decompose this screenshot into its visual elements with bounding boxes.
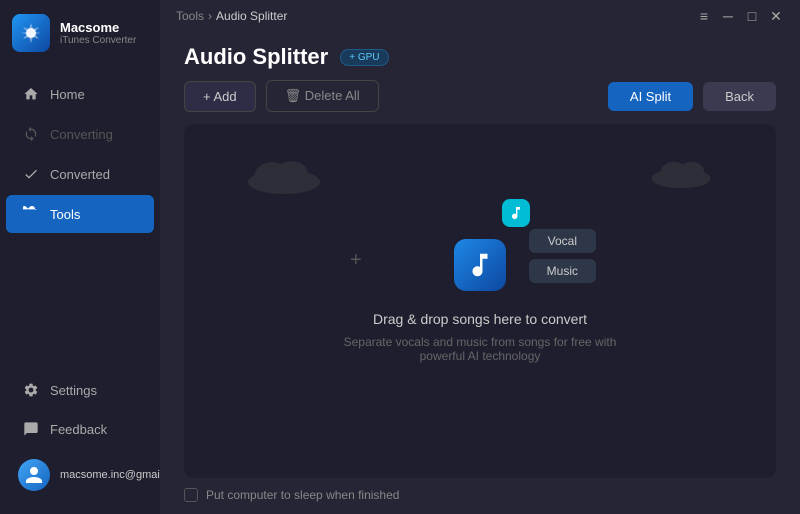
vocal-label: Vocal bbox=[529, 229, 596, 253]
app-name-group: Macsome iTunes Converter bbox=[60, 20, 136, 46]
drop-zone-title: Drag & drop songs here to convert bbox=[373, 311, 587, 327]
footer: Put computer to sleep when finished bbox=[160, 478, 800, 514]
cloud-left-decoration bbox=[244, 154, 324, 194]
titlebar: Tools › Audio Splitter ≡ ─ □ ✕ bbox=[160, 0, 800, 32]
close-button[interactable]: ✕ bbox=[768, 8, 784, 24]
back-button[interactable]: Back bbox=[703, 82, 776, 111]
main-content: Tools › Audio Splitter ≡ ─ □ ✕ Audio Spl… bbox=[160, 0, 800, 514]
music-note-icon bbox=[502, 199, 530, 227]
drop-zone[interactable]: + Vocal Music Drag & drop songs here to … bbox=[184, 124, 776, 478]
drop-zone-inner: + Vocal Music Drag & drop songs here to … bbox=[320, 239, 640, 363]
ai-split-button[interactable]: AI Split bbox=[608, 82, 693, 111]
audio-app-icon bbox=[454, 239, 506, 291]
sidebar-navigation: Home Converting Converted bbox=[0, 66, 160, 362]
toolbar: + Add 🗑 Delete All AI Split Back bbox=[160, 80, 800, 124]
sidebar-item-home[interactable]: Home bbox=[6, 75, 154, 113]
tools-icon bbox=[22, 205, 40, 223]
menu-button[interactable]: ≡ bbox=[696, 8, 712, 24]
sidebar-item-feedback-label: Feedback bbox=[50, 422, 107, 437]
converting-icon bbox=[22, 125, 40, 143]
converted-icon bbox=[22, 165, 40, 183]
sidebar-item-feedback[interactable]: Feedback bbox=[6, 410, 154, 448]
add-button[interactable]: + Add bbox=[184, 81, 256, 112]
back-label: Back bbox=[725, 89, 754, 104]
window-controls: ≡ ─ □ ✕ bbox=[696, 8, 784, 24]
minimize-button[interactable]: ─ bbox=[720, 8, 736, 24]
delete-all-button-label: 🗑 Delete All bbox=[285, 88, 360, 104]
breadcrumb-current: Audio Splitter bbox=[216, 9, 287, 23]
music-label: Music bbox=[529, 259, 596, 283]
user-account-item[interactable]: macsome.inc@gmail.com bbox=[6, 449, 154, 501]
sleep-checkbox-container[interactable]: Put computer to sleep when finished bbox=[184, 488, 399, 502]
sleep-checkbox[interactable] bbox=[184, 488, 198, 502]
sidebar-item-converting[interactable]: Converting bbox=[6, 115, 154, 153]
breadcrumb-separator: › bbox=[208, 9, 212, 23]
sidebar-item-tools-label: Tools bbox=[50, 207, 80, 222]
sidebar-item-converted-label: Converted bbox=[50, 167, 110, 182]
breadcrumb-parent: Tools bbox=[176, 9, 204, 23]
app-title: Macsome bbox=[60, 20, 136, 35]
ai-split-label: AI Split bbox=[630, 89, 671, 104]
sidebar-item-home-label: Home bbox=[50, 87, 85, 102]
sidebar-item-settings[interactable]: Settings bbox=[6, 371, 154, 409]
cloud-right-decoration bbox=[646, 154, 716, 189]
plus-icon: + bbox=[350, 249, 362, 272]
sidebar: Macsome iTunes Converter Home Converting bbox=[0, 0, 160, 514]
gpu-badge: + GPU bbox=[340, 49, 388, 66]
page-header: Audio Splitter + GPU bbox=[160, 32, 800, 80]
split-labels: Vocal Music bbox=[529, 229, 596, 283]
feedback-icon bbox=[22, 420, 40, 438]
page-title: Audio Splitter bbox=[184, 44, 328, 70]
home-icon bbox=[22, 85, 40, 103]
drop-zone-subtitle: Separate vocals and music from songs for… bbox=[320, 335, 640, 363]
sidebar-item-settings-label: Settings bbox=[50, 383, 97, 398]
app-logo-icon bbox=[12, 14, 50, 52]
gpu-badge-label: + GPU bbox=[349, 52, 379, 63]
sleep-label: Put computer to sleep when finished bbox=[206, 488, 399, 502]
sidebar-item-tools[interactable]: Tools bbox=[6, 195, 154, 233]
app-logo: Macsome iTunes Converter bbox=[0, 0, 160, 66]
add-button-label: + Add bbox=[203, 89, 237, 104]
sidebar-bottom-nav: Settings Feedback macsome.inc@gmail.com bbox=[0, 362, 160, 514]
sidebar-item-converted[interactable]: Converted bbox=[6, 155, 154, 193]
settings-icon bbox=[22, 381, 40, 399]
breadcrumb: Tools › Audio Splitter bbox=[176, 9, 287, 23]
sidebar-item-converting-label: Converting bbox=[50, 127, 113, 142]
user-avatar bbox=[18, 459, 50, 491]
app-subtitle: iTunes Converter bbox=[60, 35, 136, 46]
maximize-button[interactable]: □ bbox=[744, 8, 760, 24]
delete-all-button[interactable]: 🗑 Delete All bbox=[266, 80, 379, 112]
